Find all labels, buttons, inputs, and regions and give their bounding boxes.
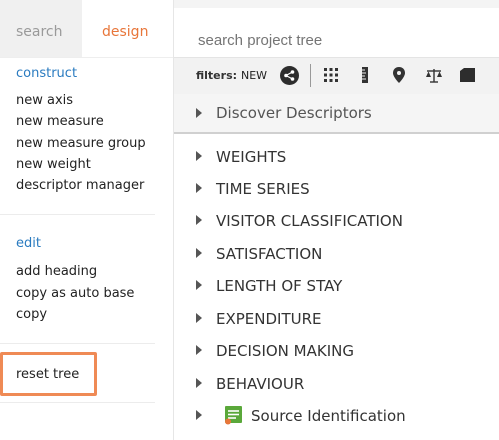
caret-right-icon[interactable] [196,410,202,420]
balance-scale-icon[interactable] [425,66,443,84]
menu-item-add-heading[interactable]: add heading [16,264,97,279]
tree-item-label: LENGTH OF STAY [216,277,343,295]
map-pin-icon[interactable] [390,66,408,84]
tree-item-label: WEIGHTS [216,148,287,166]
tree-item[interactable]: DECISION MAKING [174,335,499,367]
caret-right-icon[interactable] [196,313,202,323]
tree-item[interactable]: EXPENDITURE [174,303,499,335]
document-icon [225,406,242,425]
tree-item[interactable]: WEIGHTS [174,141,499,173]
tree-search-input[interactable] [198,32,478,49]
grid-icon[interactable] [322,66,340,84]
caret-right-icon[interactable] [196,151,202,161]
tree-item[interactable]: LENGTH OF STAY [174,270,499,302]
section-divider [0,343,155,344]
tree-item-label: TIME SERIES [216,180,310,198]
tree-item[interactable]: BEHAVIOUR [174,368,499,400]
source-identification-label: Source Identification [251,407,406,425]
caret-right-icon[interactable] [196,183,202,193]
caret-right-icon[interactable] [196,378,202,388]
project-tree-panel: filters: NEW [174,0,499,440]
tree-search-area [174,8,499,57]
folder-icon[interactable] [459,66,477,84]
tree-item-label: DECISION MAKING [216,342,354,360]
tree-item-label: VISITOR CLASSIFICATION [216,212,403,230]
menu-item-new-measure-group[interactable]: new measure group [16,136,146,151]
section-divider [0,402,155,403]
menu-item-descriptor-manager[interactable]: descriptor manager [16,178,144,193]
discover-descriptors-row[interactable]: Discover Descriptors [174,94,499,134]
caret-right-icon[interactable] [196,248,202,258]
caret-right-icon[interactable] [196,108,202,118]
tab-search[interactable]: search [0,0,82,57]
caret-right-icon[interactable] [196,215,202,225]
tree-item[interactable]: SATISFACTION [174,238,499,270]
construct-heading: construct [16,66,78,81]
section-divider [0,214,155,215]
caret-right-icon[interactable] [196,280,202,290]
edit-heading: edit [16,236,41,251]
tree-item-label: SATISFACTION [216,245,323,263]
panel-tabs: search design [0,0,173,58]
discover-descriptors-label: Discover Descriptors [216,104,372,122]
filter-toolbar: filters: NEW [174,57,499,95]
reset-tree-button[interactable]: reset tree [0,352,97,396]
tree-item[interactable]: TIME SERIES [174,173,499,205]
filter-new-button[interactable]: NEW [241,69,267,82]
menu-item-copy[interactable]: copy [16,307,47,322]
caret-right-icon[interactable] [196,345,202,355]
tree-item[interactable]: VISITOR CLASSIFICATION [174,205,499,237]
menu-item-copy-as-auto-base[interactable]: copy as auto base [16,286,134,301]
menu-item-new-measure[interactable]: new measure [16,114,104,129]
share-icon[interactable] [280,66,299,85]
design-panel: search design construct new axis new mea… [0,0,174,440]
menu-item-new-weight[interactable]: new weight [16,157,91,172]
tab-design[interactable]: design [86,0,165,57]
tree-item-label: EXPENDITURE [216,310,322,328]
top-strip [174,0,499,8]
reset-tree-label: reset tree [16,367,80,382]
menu-item-new-axis[interactable]: new axis [16,93,73,108]
ruler-icon[interactable] [356,66,374,84]
toolbar-separator [310,64,311,87]
filters-label: filters: [196,69,238,82]
tree-item-label: BEHAVIOUR [216,375,305,393]
